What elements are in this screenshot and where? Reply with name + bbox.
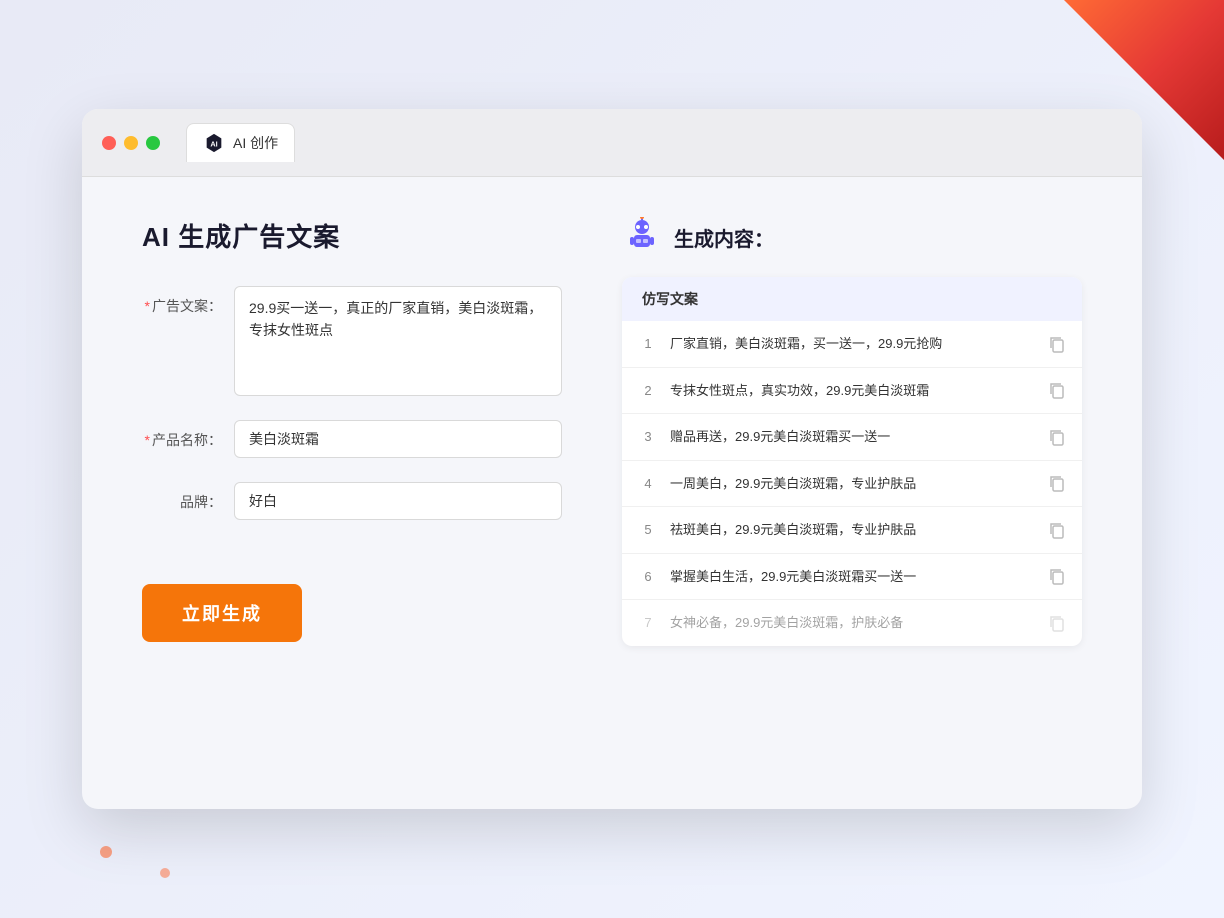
product-name-label: *产品名称： (142, 420, 222, 450)
ad-copy-label: *广告文案： (142, 286, 222, 316)
row-text: 祛斑美白，29.9元美白淡斑霜，专业护肤品 (670, 520, 1036, 540)
ai-tab-icon: AI (203, 132, 225, 154)
table-row: 4 一周美白，29.9元美白淡斑霜，专业护肤品 (622, 461, 1082, 508)
minimize-button[interactable] (124, 136, 138, 150)
tab-title: AI 创作 (233, 133, 278, 153)
copy-icon[interactable] (1048, 474, 1066, 492)
row-num: 2 (638, 383, 658, 398)
svg-text:AI: AI (210, 140, 217, 149)
ad-copy-group: *广告文案： (142, 286, 562, 396)
required-star-1: * (145, 298, 150, 314)
right-panel: 生成内容： 仿写文案 1 厂家直销，美白淡斑霜，买一送一，29.9元抢购 2 专… (622, 217, 1082, 646)
row-num: 5 (638, 522, 658, 537)
product-name-group: *产品名称： (142, 420, 562, 458)
brand-input[interactable] (234, 482, 562, 520)
left-panel: AI 生成广告文案 *广告文案： *产品名称： 品牌： 立 (142, 217, 562, 646)
ad-copy-input[interactable] (234, 286, 562, 396)
table-header: 仿写文案 (622, 277, 1082, 321)
close-button[interactable] (102, 136, 116, 150)
row-num: 4 (638, 476, 658, 491)
copy-icon[interactable] (1048, 381, 1066, 399)
result-title: 生成内容： (674, 223, 774, 252)
row-num: 3 (638, 429, 658, 444)
row-text: 女神必备，29.9元美白淡斑霜，护肤必备 (670, 613, 1036, 633)
row-text: 厂家直销，美白淡斑霜，买一送一，29.9元抢购 (670, 334, 1036, 354)
main-content: AI 生成广告文案 *广告文案： *产品名称： 品牌： 立 (82, 177, 1142, 686)
dot-decoration-2 (160, 868, 170, 878)
row-num: 1 (638, 336, 658, 351)
brand-label: 品牌： (142, 482, 222, 512)
copy-icon[interactable] (1048, 521, 1066, 539)
traffic-lights (102, 136, 160, 150)
row-text: 掌握美白生活，29.9元美白淡斑霜买一送一 (670, 567, 1036, 587)
generate-button[interactable]: 立即生成 (142, 584, 302, 642)
result-header: 生成内容： (622, 217, 1082, 257)
browser-window: AI AI 创作 AI 生成广告文案 *广告文案： *产品名称： (82, 109, 1142, 809)
table-row: 2 专抹女性斑点，真实功效，29.9元美白淡斑霜 (622, 368, 1082, 415)
maximize-button[interactable] (146, 136, 160, 150)
table-row: 5 祛斑美白，29.9元美白淡斑霜，专业护肤品 (622, 507, 1082, 554)
table-row: 1 厂家直销，美白淡斑霜，买一送一，29.9元抢购 (622, 321, 1082, 368)
browser-tab[interactable]: AI AI 创作 (186, 123, 295, 162)
dot-decoration-1 (100, 846, 112, 858)
copy-icon[interactable] (1048, 567, 1066, 585)
row-num: 7 (638, 615, 658, 630)
required-star-2: * (145, 432, 150, 448)
robot-icon (622, 217, 662, 257)
table-row-dimmed: 7 女神必备，29.9元美白淡斑霜，护肤必备 (622, 600, 1082, 646)
copy-icon[interactable] (1048, 335, 1066, 353)
copy-icon[interactable] (1048, 614, 1066, 632)
table-row: 6 掌握美白生活，29.9元美白淡斑霜买一送一 (622, 554, 1082, 601)
copy-icon[interactable] (1048, 428, 1066, 446)
brand-group: 品牌： (142, 482, 562, 520)
row-text: 赠品再送，29.9元美白淡斑霜买一送一 (670, 427, 1036, 447)
product-name-input[interactable] (234, 420, 562, 458)
row-text: 专抹女性斑点，真实功效，29.9元美白淡斑霜 (670, 381, 1036, 401)
page-title: AI 生成广告文案 (142, 217, 562, 254)
results-table: 仿写文案 1 厂家直销，美白淡斑霜，买一送一，29.9元抢购 2 专抹女性斑点，… (622, 277, 1082, 646)
title-bar: AI AI 创作 (82, 109, 1142, 177)
row-text: 一周美白，29.9元美白淡斑霜，专业护肤品 (670, 474, 1036, 494)
table-row: 3 赠品再送，29.9元美白淡斑霜买一送一 (622, 414, 1082, 461)
row-num: 6 (638, 569, 658, 584)
